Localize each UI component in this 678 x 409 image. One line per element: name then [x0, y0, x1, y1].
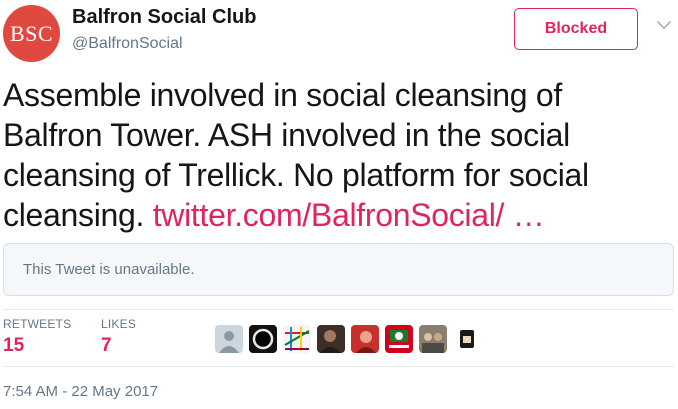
portrait-photo-icon[interactable]	[317, 325, 345, 353]
avatar-initials: BSC	[9, 20, 54, 46]
chevron-down-icon[interactable]	[656, 17, 672, 33]
stats-divider-bottom	[3, 366, 674, 367]
display-name[interactable]: Balfron Social Club	[72, 6, 256, 29]
user-handle[interactable]: @BalfronSocial	[72, 35, 183, 53]
profile-avatar[interactable]: BSC	[3, 5, 60, 62]
likes-count: 7	[101, 335, 112, 356]
default-user-icon[interactable]	[215, 325, 243, 353]
retweets-count: 15	[3, 335, 25, 356]
likes-stat[interactable]: LIKES 7	[101, 317, 136, 357]
likes-label: LIKES	[101, 317, 137, 331]
tube-map-icon[interactable]	[283, 325, 311, 353]
tweet-text: Assemble involved in social cleansing of…	[3, 75, 663, 235]
red-poster-icon[interactable]	[385, 325, 413, 353]
stats-divider-top	[3, 309, 674, 310]
unavailable-message: This Tweet is unavailable.	[23, 261, 195, 278]
retweets-label: RETWEETS	[3, 317, 72, 331]
retweets-stat[interactable]: RETWEETS 15	[3, 317, 71, 357]
liker-avatars	[215, 325, 487, 353]
group-photo-icon[interactable]	[419, 325, 447, 353]
blocked-button[interactable]: Blocked	[514, 8, 638, 50]
tweet-link[interactable]: twitter.com/BalfronSocial/ …	[153, 197, 545, 233]
quoted-tweet-unavailable: This Tweet is unavailable.	[3, 243, 674, 296]
eclipse-ring-icon[interactable]	[249, 325, 277, 353]
red-portrait-icon[interactable]	[351, 325, 379, 353]
dark-book-icon[interactable]	[453, 325, 481, 353]
tweet-timestamp[interactable]: 7:54 AM - 22 May 2017	[3, 383, 158, 400]
